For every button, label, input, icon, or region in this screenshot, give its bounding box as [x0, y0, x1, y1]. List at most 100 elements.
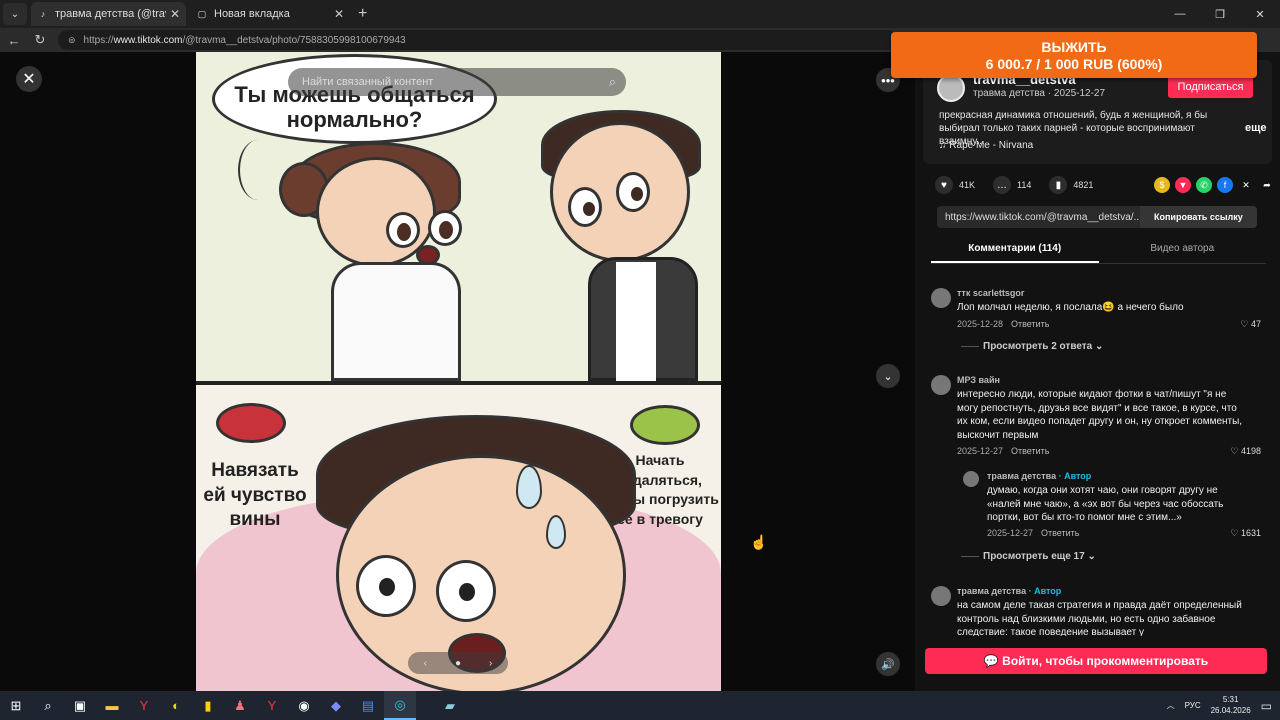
- back-icon[interactable]: ←: [2, 33, 26, 48]
- dot-icon[interactable]: ●: [455, 658, 461, 669]
- window-controls: — ❐ ✕: [1160, 0, 1280, 28]
- comment-like[interactable]: ♡ 47: [1240, 319, 1261, 330]
- share-row: $ ▼ ✆ f ✕ ➦: [1154, 177, 1275, 193]
- copy-link-button[interactable]: Копировать ссылку: [1139, 206, 1257, 228]
- new-tab-icon[interactable]: +: [358, 5, 367, 23]
- comment-icon: 💬: [983, 654, 999, 668]
- comment-text: думаю, когда они хотят чаю, они говорят …: [987, 485, 1224, 523]
- tab-comments[interactable]: Комментарии (114): [931, 240, 1099, 263]
- like-count: 41K: [959, 180, 976, 190]
- close-tab-icon[interactable]: ✕: [334, 7, 344, 21]
- avatar[interactable]: [931, 586, 951, 606]
- tab-menu-button[interactable]: ⌄: [3, 3, 27, 25]
- comment-item: МРЗ вайн интересно люди, которые кидают …: [931, 375, 1261, 465]
- tab-tiktok[interactable]: ♪ травма детства (@travma__detstva ✕: [31, 2, 186, 26]
- language-indicator[interactable]: РУС: [1185, 701, 1201, 710]
- comment-author[interactable]: ттк scarlettsgor: [957, 288, 1024, 298]
- steam-icon[interactable]: ◉: [288, 691, 320, 720]
- app-icon[interactable]: ◐: [160, 691, 192, 720]
- whatsapp-icon[interactable]: ✆: [1196, 177, 1212, 193]
- restore-icon[interactable]: ❐: [1200, 0, 1240, 28]
- music-title: Rape Me - Nirvana: [949, 140, 1034, 151]
- prev-slide-icon[interactable]: ‹: [424, 658, 427, 669]
- avatar[interactable]: [931, 288, 951, 308]
- comment-author[interactable]: МРЗ вайн: [957, 375, 1000, 385]
- site-info-icon[interactable]: ⊜: [68, 35, 76, 46]
- tiktok-icon: ♪: [40, 9, 46, 19]
- comment-author[interactable]: травма детства · Автор: [987, 471, 1091, 481]
- promo-banner[interactable]: ВЫЖИТЬ 6 000.7 / 1 000 RUB (600%): [891, 32, 1257, 78]
- tab-title: Новая вкладка: [214, 8, 290, 20]
- clock[interactable]: 5:31 26.04.2026: [1211, 695, 1251, 716]
- edge-icon[interactable]: ◎: [384, 691, 416, 720]
- author-badge: · Автор: [1028, 586, 1062, 596]
- boy-eye: [568, 187, 602, 227]
- comment-like[interactable]: ♡ 1631: [1230, 528, 1261, 539]
- avatar[interactable]: [963, 471, 979, 487]
- post-side-panel: travma__detstva травма детства · 2025-12…: [915, 52, 1280, 691]
- share-icon[interactable]: ➦: [1259, 177, 1275, 193]
- save-button[interactable]: ▮ 4821: [1049, 176, 1093, 194]
- app-icon[interactable]: ▮: [192, 691, 224, 720]
- comment-author[interactable]: травма детства · Автор: [957, 586, 1061, 596]
- reply-item: травма детства · Автор думаю, когда они …: [963, 471, 1261, 543]
- view-replies-button[interactable]: Просмотреть 2 ответа ⌄: [961, 341, 1103, 352]
- close-viewer-button[interactable]: ✕: [16, 66, 42, 92]
- chart-app-icon[interactable]: ▤: [352, 691, 384, 720]
- music-row[interactable]: ♫ Rape Me - Nirvana: [939, 140, 1033, 151]
- app-icon[interactable]: ♟: [224, 691, 256, 720]
- photo-viewer: ✕ Ты можешь общаться нормально? Найти св…: [0, 52, 915, 691]
- close-window-icon[interactable]: ✕: [1240, 0, 1280, 28]
- tab-author-videos[interactable]: Видео автора: [1099, 240, 1267, 263]
- search-icon[interactable]: ⌕: [32, 691, 64, 720]
- discord-icon[interactable]: ◆: [320, 691, 352, 720]
- post-link-text[interactable]: https://www.tiktok.com/@travma__detstva/…: [945, 212, 1140, 223]
- green-button-drawing: [630, 405, 700, 445]
- reply-button[interactable]: Ответить: [1011, 446, 1049, 456]
- volume-icon[interactable]: 🔊: [876, 652, 900, 676]
- comment-author-name: ттк scarlettsgor: [957, 288, 1025, 298]
- reply-button[interactable]: Ответить: [1011, 319, 1049, 329]
- next-slide-icon[interactable]: ›: [489, 658, 492, 669]
- comment-button[interactable]: … 114: [993, 176, 1031, 194]
- sweating-boy-eye: [436, 560, 496, 622]
- reply-button[interactable]: Ответить: [1041, 528, 1079, 538]
- comment-date: 2025-12-27: [987, 528, 1034, 538]
- comment-text: Лоп молчал неделю, я послала😆 а нечего б…: [957, 302, 1184, 313]
- coin-icon[interactable]: $: [1154, 177, 1170, 193]
- tab-new[interactable]: ▢ Новая вкладка ✕: [190, 2, 350, 26]
- repost-icon[interactable]: ▼: [1175, 177, 1191, 193]
- save-count: 4821: [1073, 180, 1094, 190]
- yandex-icon[interactable]: Y: [128, 691, 160, 720]
- like-button[interactable]: ♥ 41K: [935, 176, 975, 194]
- avatar[interactable]: [937, 74, 965, 102]
- view-replies-label: Просмотреть 2 ответа: [983, 341, 1093, 352]
- mouse-cursor-icon: ☝: [750, 534, 768, 550]
- comment-like[interactable]: ♡ 4198: [1230, 446, 1261, 457]
- description-more-link[interactable]: еще: [1245, 122, 1267, 134]
- yandex-browser-icon[interactable]: Y: [256, 691, 288, 720]
- image-search-bar[interactable]: Найти связанный контент ⌕: [288, 68, 626, 96]
- url-field[interactable]: ⊜ https://www.tiktok.com/@travma__detstv…: [58, 30, 898, 50]
- login-to-comment-button[interactable]: 💬 Войти, чтобы прокомментировать: [925, 648, 1267, 674]
- bookmark-icon: ▮: [1049, 176, 1068, 194]
- avatar[interactable]: [931, 375, 951, 395]
- view-more-replies-button[interactable]: Просмотреть еще 17 ⌄: [961, 551, 1096, 562]
- notepad-icon[interactable]: ▰: [434, 691, 466, 720]
- reload-icon[interactable]: ↻: [28, 32, 52, 48]
- url-prefix: https://: [83, 34, 114, 46]
- task-view-icon[interactable]: ▣: [64, 691, 96, 720]
- search-icon[interactable]: ⌕: [609, 74, 616, 90]
- next-post-button[interactable]: ⌄: [876, 364, 900, 388]
- follow-button[interactable]: Подписаться: [1168, 76, 1253, 98]
- facebook-icon[interactable]: f: [1217, 177, 1233, 193]
- close-tab-icon[interactable]: ✕: [170, 7, 180, 21]
- start-icon[interactable]: ⊞: [0, 691, 32, 720]
- boy-shirt: [616, 262, 656, 381]
- x-icon[interactable]: ✕: [1238, 177, 1254, 193]
- tray-chevron-icon[interactable]: ︿: [1167, 700, 1175, 711]
- notification-icon[interactable]: ▭: [1261, 699, 1272, 713]
- minimize-icon[interactable]: —: [1160, 0, 1200, 28]
- file-explorer-icon[interactable]: ▬: [96, 691, 128, 720]
- carousel-indicator: ‹ ● ›: [408, 652, 508, 674]
